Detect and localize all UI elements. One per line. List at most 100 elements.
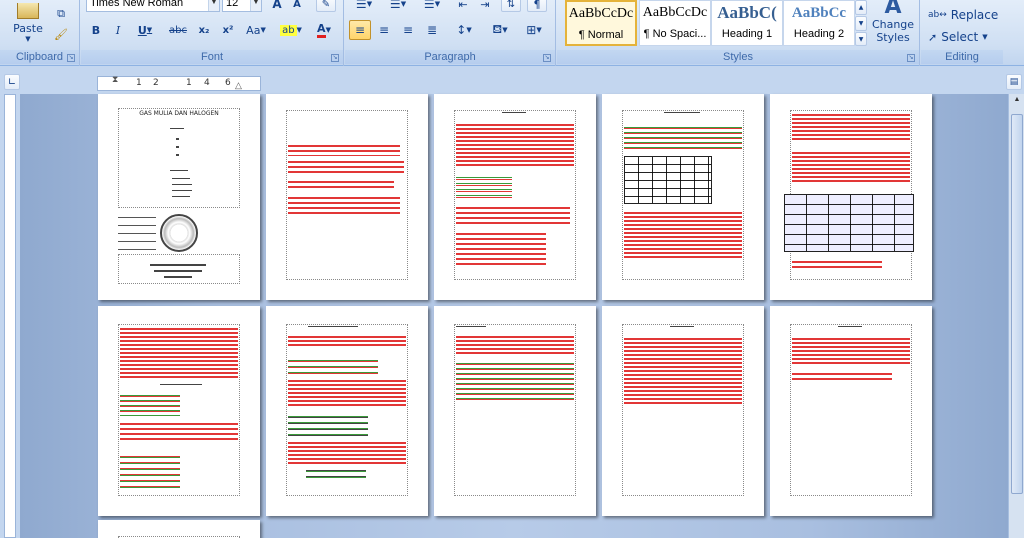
heading-line xyxy=(502,112,526,113)
styles-scroll-down-icon[interactable]: ▼ xyxy=(855,16,867,31)
font-color-button[interactable]: A ▼ xyxy=(309,20,339,40)
justify-button[interactable]: ≣ xyxy=(421,20,443,40)
vertical-scrollbar[interactable]: ▲ xyxy=(1008,94,1024,538)
copy-icon[interactable]: ⧉ xyxy=(52,6,70,22)
cover-footer-line xyxy=(154,270,202,272)
text-block xyxy=(288,356,378,376)
paragraph-launcher-icon[interactable]: ↘ xyxy=(543,54,551,62)
vertical-ruler-strip xyxy=(4,94,16,538)
text-block xyxy=(120,420,238,440)
decrease-indent-button[interactable]: ⇤ xyxy=(453,0,473,12)
paste-button[interactable]: Paste ▼ xyxy=(8,0,48,46)
styles-scroll-up-icon[interactable]: ▲ xyxy=(855,0,867,15)
cover-line xyxy=(172,196,190,197)
font-size-value: 12 xyxy=(226,0,239,9)
horizontal-ruler[interactable]: 1 2 1 4 6 ⧗ △ xyxy=(97,74,261,91)
align-center-button[interactable]: ≡ xyxy=(373,20,395,40)
align-left-button[interactable]: ≡ xyxy=(349,20,371,40)
sort-button[interactable]: ⇅ xyxy=(501,0,521,12)
clipboard-icon xyxy=(17,3,39,19)
font-name-dropdown[interactable]: Times New Roman ▼ xyxy=(86,0,220,12)
page-thumbnail-10[interactable] xyxy=(770,306,932,516)
view-ruler-icon[interactable]: ▤ xyxy=(1006,74,1022,90)
chevron-down-icon: ▼ xyxy=(208,0,219,11)
borders-button[interactable]: ⊞ ▼ xyxy=(519,20,549,40)
page-thumbnail-2[interactable] xyxy=(266,94,428,300)
show-hide-button[interactable]: ¶ xyxy=(527,0,547,12)
styles-group-label: Styles xyxy=(557,50,919,64)
page-thumbnail-4[interactable] xyxy=(602,94,764,300)
style-heading-2[interactable]: AaBbCc Heading 2 xyxy=(783,0,855,46)
scroll-thumb[interactable] xyxy=(1011,114,1023,494)
indent-marker-icon[interactable]: ⧗ xyxy=(112,74,118,85)
bullets-button[interactable]: ☰ ▼ xyxy=(349,0,379,12)
italic-button[interactable]: I xyxy=(108,20,128,40)
styles-more-icon[interactable]: ▼ xyxy=(855,32,867,46)
page-thumbnail-8[interactable] xyxy=(434,306,596,516)
chevron-down-icon: ▼ xyxy=(982,33,988,41)
replace-button[interactable]: ab↔ Replace xyxy=(927,6,999,24)
subscript-button[interactable]: x₂ xyxy=(193,20,215,40)
line-spacing-button[interactable]: ↕ ▼ xyxy=(449,20,479,40)
page-thumbnail-5[interactable] xyxy=(770,94,932,300)
select-button[interactable]: ➚ Select ▼ xyxy=(927,28,999,46)
format-painter-icon[interactable]: 🖌 xyxy=(52,26,70,42)
highlighter-icon: ab xyxy=(280,24,297,36)
ruler-tick-5: 6 xyxy=(225,78,231,88)
shading-button[interactable]: ⛾ ▼ xyxy=(485,20,515,40)
clipboard-launcher-icon[interactable]: ↘ xyxy=(67,54,75,62)
strikethrough-button[interactable]: abc xyxy=(165,20,191,40)
cover-footer-line xyxy=(150,264,206,266)
page-thumbnail-1[interactable]: GAS MULIA DAN HALOGEN xyxy=(98,94,260,300)
text-block xyxy=(792,150,910,184)
page-thumbnail-6[interactable] xyxy=(98,306,260,516)
right-indent-marker-icon[interactable]: △ xyxy=(235,80,242,91)
text-block xyxy=(456,174,512,198)
cover-line xyxy=(172,184,192,185)
increase-indent-button[interactable]: ⇥ xyxy=(475,0,495,12)
style-heading-1[interactable]: AaBbC( Heading 1 xyxy=(711,0,783,46)
chevron-down-icon: ▼ xyxy=(25,35,31,43)
font-group-label: Font xyxy=(81,50,343,64)
page-1-footer-box xyxy=(118,254,240,284)
underline-button[interactable]: U ▼ xyxy=(131,20,159,40)
cover-line xyxy=(172,178,190,179)
text-line xyxy=(288,178,394,188)
bold-button[interactable]: B xyxy=(86,20,106,40)
page-thumbnail-7[interactable] xyxy=(266,306,428,516)
text-block xyxy=(624,336,742,404)
replace-icon: ab↔ xyxy=(928,10,947,20)
font-launcher-icon[interactable]: ↘ xyxy=(331,54,339,62)
page-thumbnail-3[interactable] xyxy=(434,94,596,300)
style-no-spacing[interactable]: AaBbCcDc ¶ No Spaci... xyxy=(639,0,711,46)
text-line xyxy=(288,158,404,176)
text-block xyxy=(624,210,742,260)
select-label: Select xyxy=(941,30,979,44)
page-thumbnail-11[interactable] xyxy=(98,520,260,538)
styles-launcher-icon[interactable]: ↘ xyxy=(907,54,915,62)
grow-font-button[interactable]: A xyxy=(268,0,286,12)
text-block xyxy=(120,452,180,488)
text-block xyxy=(306,466,366,480)
change-case-button[interactable]: Aa ▼ xyxy=(241,20,271,40)
chevron-down-icon: ▼ xyxy=(250,0,261,11)
font-size-dropdown[interactable]: 12 ▼ xyxy=(222,0,262,12)
tab-selector-icon[interactable]: ∟ xyxy=(4,74,20,90)
scroll-up-icon[interactable]: ▲ xyxy=(1011,96,1023,108)
numbering-button[interactable]: ☰ ▼ xyxy=(383,0,413,12)
change-styles-label: Change Styles xyxy=(871,18,915,44)
page-thumbnail-9[interactable] xyxy=(602,306,764,516)
align-right-button[interactable]: ≡ xyxy=(397,20,419,40)
superscript-button[interactable]: x² xyxy=(217,20,239,40)
heading-line xyxy=(670,326,694,327)
clear-formatting-button[interactable]: ✎ xyxy=(316,0,336,12)
formula-line xyxy=(160,384,202,385)
highlight-button[interactable]: ab ▼ xyxy=(275,20,307,40)
change-styles-button[interactable]: A Change Styles xyxy=(869,0,917,46)
clipboard-group: Paste ▼ ⧉ 🖌 Clipboard ↘ xyxy=(0,0,80,66)
multilevel-list-button[interactable]: ☰ ▼ xyxy=(417,0,447,12)
shrink-font-button[interactable]: A xyxy=(288,0,306,12)
style-no-spacing-sample: AaBbCcDc xyxy=(642,5,708,20)
style-normal[interactable]: AaBbCcDc ¶ Normal xyxy=(565,0,637,46)
style-heading-1-name: Heading 1 xyxy=(721,28,773,40)
